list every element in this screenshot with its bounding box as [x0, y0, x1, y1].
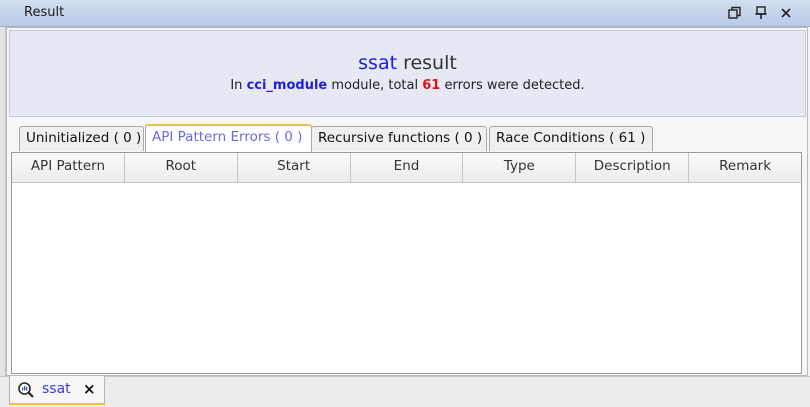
column-header-type[interactable]: Type: [463, 153, 577, 182]
ssat-view-tab[interactable]: ssat ×: [9, 376, 105, 405]
bottom-tab-strip: [0, 376, 810, 407]
error-count: 61: [422, 78, 441, 93]
summary-suffix: errors were detected.: [444, 78, 585, 93]
result-banner: ssat result In cci_module module, total …: [9, 30, 806, 117]
magnifier-icon: [18, 382, 34, 398]
column-header-end[interactable]: End: [351, 153, 464, 182]
tab-api-pattern-errors[interactable]: API Pattern Errors ( 0 ): [145, 124, 312, 152]
column-header-description[interactable]: Description: [576, 153, 690, 182]
tab-close-icon[interactable]: ×: [83, 380, 96, 398]
window-title: Result: [24, 5, 65, 20]
summary-prefix: In: [230, 78, 243, 93]
ssat-tab-label: ssat: [42, 381, 71, 397]
restore-icon[interactable]: [728, 6, 742, 20]
column-header-root[interactable]: Root: [125, 153, 238, 182]
window-title-bar: Result: [0, 0, 810, 27]
api-pattern-table[interactable]: API Pattern Root Start End Type Descript…: [11, 152, 802, 374]
pin-icon[interactable]: [754, 6, 768, 20]
summary-middle: module, total: [331, 78, 419, 93]
column-header-start[interactable]: Start: [238, 153, 351, 182]
column-header-remark[interactable]: Remark: [689, 153, 801, 182]
result-summary: In cci_module module, total 61 errors we…: [10, 78, 805, 93]
result-heading: ssat result: [10, 52, 805, 74]
column-header-api-pattern[interactable]: API Pattern: [12, 153, 125, 182]
tool-name: ssat: [358, 52, 398, 74]
tab-uninitialized[interactable]: Uninitialized ( 0 ): [19, 126, 144, 151]
module-name: cci_module: [246, 78, 328, 93]
table-header: API Pattern Root Start End Type Descript…: [12, 153, 801, 183]
tab-race-conditions[interactable]: Race Conditions ( 61 ): [489, 126, 653, 151]
tab-recursive-functions[interactable]: Recursive functions ( 0 ): [311, 126, 487, 151]
heading-suffix: result: [403, 52, 457, 74]
close-icon[interactable]: [779, 6, 793, 20]
